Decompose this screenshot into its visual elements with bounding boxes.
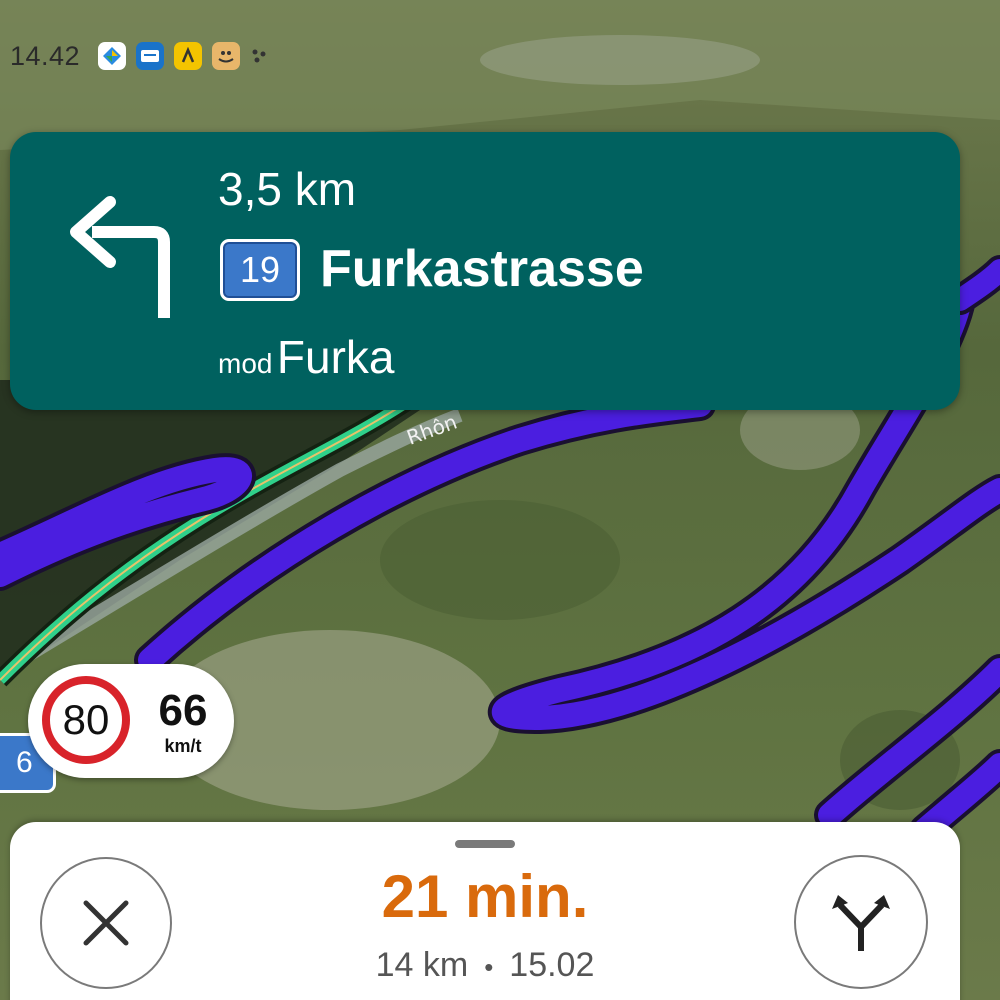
speed-limit-sign: 80	[42, 676, 130, 764]
rb-app-icon	[174, 42, 203, 70]
google-maps-icon	[98, 42, 127, 70]
trip-distance: 14 km	[375, 946, 469, 984]
drag-handle[interactable]	[455, 840, 515, 848]
instruction-card[interactable]: 3,5 km 19 Furkastrasse mod Furka	[10, 132, 960, 410]
arrival-time: 15.02	[509, 946, 595, 984]
turn-left-arrow-icon	[70, 196, 170, 318]
trip-duration: 21 min.	[381, 863, 589, 930]
toward-direction: mod Furka	[218, 330, 395, 384]
status-time: 14.42	[10, 40, 81, 71]
maneuver-distance: 3,5 km	[218, 163, 357, 215]
alternative-routes-button[interactable]	[794, 855, 928, 989]
amazon-box-icon	[212, 42, 241, 70]
close-icon	[83, 900, 129, 946]
exit-navigation-button[interactable]	[40, 857, 172, 989]
street-name: Furkastrasse	[320, 240, 644, 298]
current-speed: 66	[158, 686, 208, 735]
more-dots-icon	[250, 42, 268, 70]
toward-destination: Furka	[276, 331, 395, 383]
trip-summary-sheet[interactable]: 21 min. 14 km • 15.02	[10, 822, 960, 1000]
navigation-screen: Rhôn 14.42 3,5 km 19 Furkastrasse mod Fu…	[0, 0, 1000, 1000]
speedometer[interactable]: 80 66 km/t	[28, 664, 234, 778]
route-number-badge: 19	[220, 239, 300, 301]
messages-icon	[136, 42, 165, 70]
trip-details: 14 km • 15.02	[260, 946, 710, 985]
speed-unit: km/t	[164, 736, 202, 756]
status-bar: 14.42	[10, 38, 268, 74]
trip-separator: •	[484, 951, 494, 982]
toward-prefix: mod	[218, 348, 273, 379]
route-fork-icon	[832, 895, 890, 951]
